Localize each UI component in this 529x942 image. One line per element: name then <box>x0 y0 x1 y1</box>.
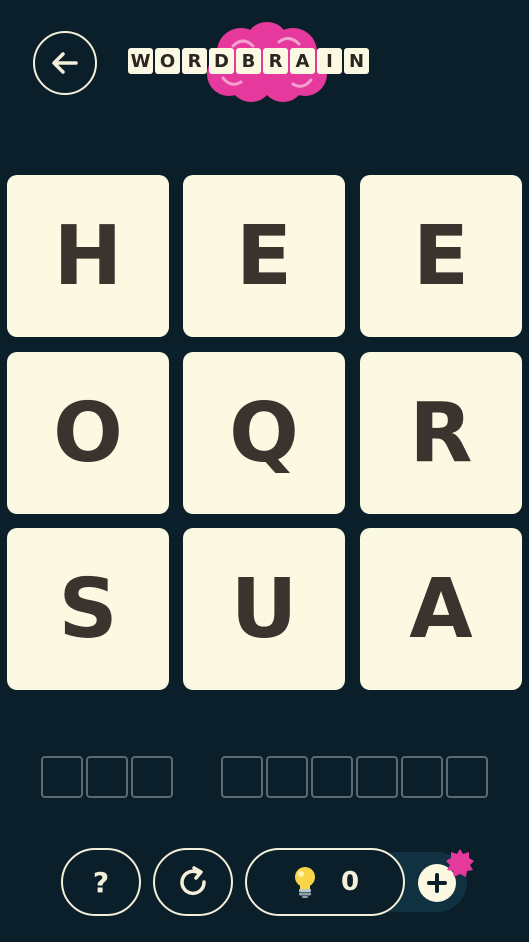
logo-letter: I <box>317 48 342 74</box>
back-button[interactable] <box>33 31 97 95</box>
letter-tile[interactable]: H <box>7 175 169 337</box>
letter-tile[interactable]: A <box>360 528 522 690</box>
logo-letter: O <box>155 48 180 74</box>
hint-count: 0 <box>340 867 360 897</box>
letter-slot <box>41 756 83 798</box>
letter-tile[interactable]: O <box>7 352 169 514</box>
letter-tile[interactable]: E <box>183 175 345 337</box>
help-button[interactable]: ? <box>61 848 141 916</box>
notification-badge-icon <box>446 849 474 877</box>
letter-grid: H E E O Q R S U A <box>7 175 522 690</box>
logo-letter: R <box>182 48 207 74</box>
letter-slot <box>266 756 308 798</box>
hint-button[interactable]: 0 <box>245 848 405 916</box>
game-screen: W O R D B R A I N H E E O Q R S U A ? 0 <box>0 0 529 942</box>
letter-tile[interactable]: Q <box>183 352 345 514</box>
letter-tile[interactable]: U <box>183 528 345 690</box>
hint-panel: 0 <box>245 848 474 916</box>
letter-slot <box>446 756 488 798</box>
lightbulb-icon <box>294 867 315 898</box>
letter-slot <box>356 756 398 798</box>
logo-letter: R <box>263 48 288 74</box>
word-slots-1 <box>41 756 173 798</box>
letter-tile[interactable]: S <box>7 528 169 690</box>
letter-slot <box>311 756 353 798</box>
letter-slot <box>131 756 173 798</box>
letter-slot <box>221 756 263 798</box>
question-icon: ? <box>92 865 110 899</box>
letter-tile[interactable]: E <box>360 175 522 337</box>
logo-letter: D <box>209 48 234 74</box>
logo-letter: N <box>344 48 369 74</box>
word-slots-2 <box>221 756 488 798</box>
logo-letters: W O R D B R A I N <box>128 48 369 74</box>
logo-letter: A <box>290 48 315 74</box>
restart-button[interactable] <box>153 848 233 916</box>
wordbrain-logo: W O R D B R A I N <box>128 22 400 104</box>
logo-letter: W <box>128 48 153 74</box>
logo-letter: B <box>236 48 261 74</box>
restart-icon <box>180 866 206 895</box>
letter-tile[interactable]: R <box>360 352 522 514</box>
arrow-left-icon <box>52 52 78 74</box>
letter-slot <box>86 756 128 798</box>
letter-slot <box>401 756 443 798</box>
